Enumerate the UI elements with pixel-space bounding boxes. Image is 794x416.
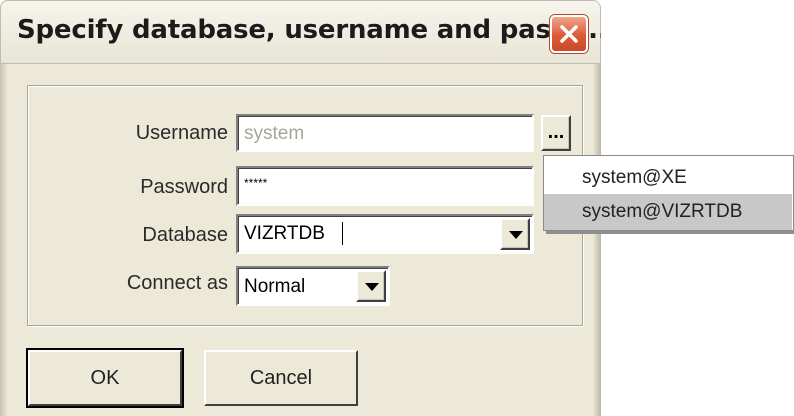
connect-as-value: Normal xyxy=(244,276,306,297)
ellipsis-icon: ... xyxy=(547,121,565,143)
database-dropdown-button[interactable] xyxy=(500,218,530,250)
connect-as-label: Connect as xyxy=(126,272,228,294)
popup-item-system-xe[interactable]: system@XE xyxy=(544,160,792,196)
close-x-icon xyxy=(560,25,578,43)
window-border-right xyxy=(593,64,601,416)
username-label: Username xyxy=(135,122,228,144)
text-cursor xyxy=(342,222,343,245)
close-button[interactable] xyxy=(550,15,588,53)
title-bar[interactable]: Specify database, username and passw... xyxy=(0,0,601,64)
database-combobox[interactable]: VIZRTDB xyxy=(236,214,534,254)
chevron-down-icon xyxy=(509,231,523,239)
database-value: VIZRTDB xyxy=(244,223,325,244)
password-field[interactable]: ***** xyxy=(236,166,534,206)
login-dialog: Specify database, username and passw... … xyxy=(0,0,601,416)
window-title: Specify database, username and passw... xyxy=(17,15,601,45)
password-label: Password xyxy=(140,176,228,198)
connect-as-combobox[interactable]: Normal xyxy=(236,266,390,306)
popup-item-label: system@XE xyxy=(582,167,687,188)
database-label: Database xyxy=(142,224,228,246)
username-field[interactable]: system xyxy=(236,114,534,152)
popup-item-label: system@VIZRTDB xyxy=(582,201,743,222)
ok-button[interactable]: OK xyxy=(26,348,184,408)
chevron-down-icon xyxy=(365,283,379,291)
username-value: system xyxy=(244,123,305,144)
window-border-left xyxy=(0,64,8,416)
cancel-button-label: Cancel xyxy=(249,367,313,389)
popup-item-system-vizrtdb[interactable]: system@VIZRTDB xyxy=(544,194,792,230)
connect-as-dropdown-button[interactable] xyxy=(356,270,386,302)
ok-button-label: OK xyxy=(90,367,120,389)
username-browse-button[interactable]: ... xyxy=(541,115,571,151)
password-value: ***** xyxy=(244,176,268,190)
username-history-popup: system@XE system@VIZRTDB xyxy=(543,155,794,231)
cancel-button[interactable]: Cancel xyxy=(204,350,358,406)
